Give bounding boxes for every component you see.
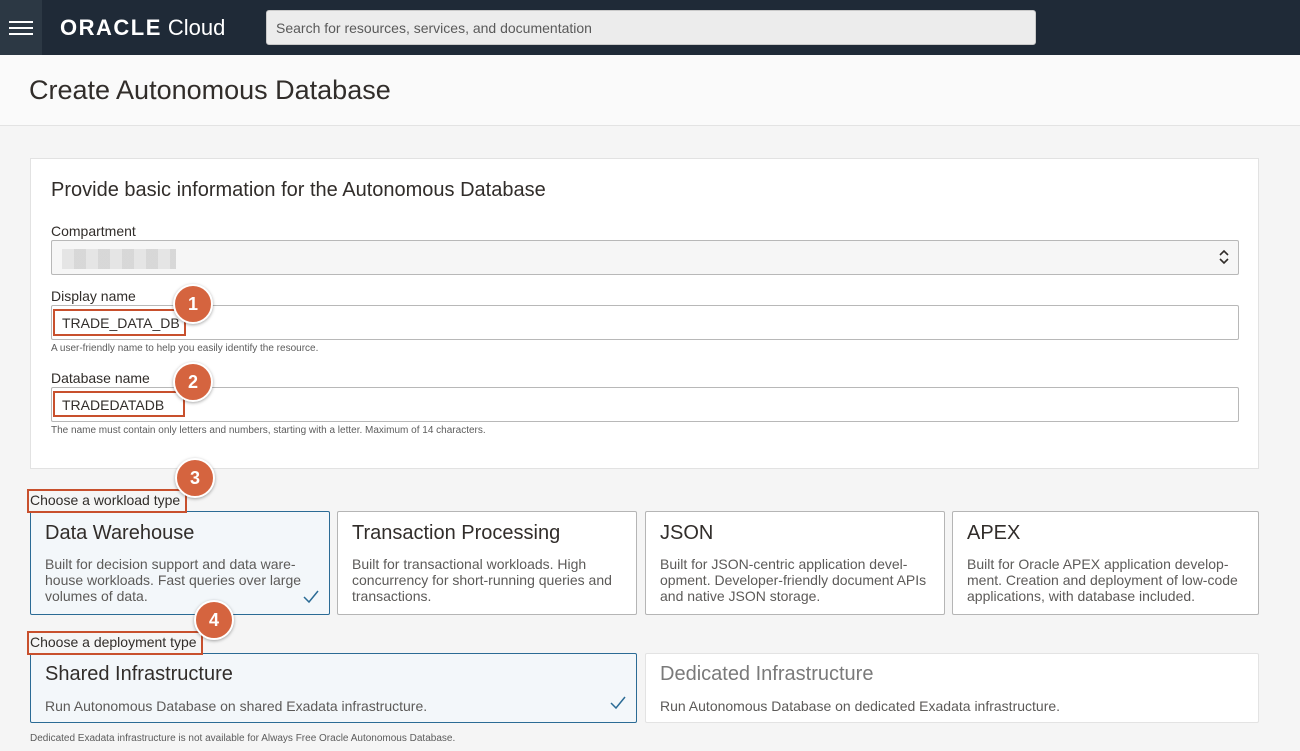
annotation-badge-4: 4 (194, 600, 234, 640)
top-navigation-bar: ORACLE Cloud (0, 0, 1300, 55)
card-title: JSON (660, 522, 714, 544)
workload-type-label: Choose a workload type (30, 492, 181, 508)
workload-card-apex[interactable]: APEX Built for Oracle APEX application d… (952, 511, 1259, 615)
hamburger-menu-icon[interactable] (0, 0, 42, 55)
chevron-up-down-icon (1218, 247, 1230, 269)
database-name-label: Database name (51, 370, 150, 386)
page-header: Create Autonomous Database (0, 55, 1300, 126)
deployment-card-shared-infrastructure[interactable]: Shared Infrastructure Run Autonomous Dat… (30, 653, 637, 723)
database-name-hint: The name must contain only letters and n… (51, 425, 486, 436)
card-title: Transaction Processing (352, 522, 561, 544)
brand-oracle: ORACLE (60, 15, 162, 40)
deployment-type-label: Choose a deployment type (30, 634, 197, 650)
deployment-card-dedicated-infrastructure: Dedicated Infrastructure Run Autonomous … (645, 653, 1259, 723)
checkmark-icon (303, 590, 319, 604)
display-name-hint: A user-friendly name to help you easily … (51, 343, 319, 354)
workload-card-transaction-processing[interactable]: Transaction Processing Built for transac… (337, 511, 637, 615)
card-description: Built for decision support and data ware… (45, 556, 302, 604)
card-description: Built for transactional workloads. High … (352, 556, 612, 604)
checkmark-icon (610, 696, 626, 710)
global-search-input[interactable] (266, 10, 1036, 45)
card-title: Shared Infrastructure (45, 663, 233, 685)
oracle-cloud-logo[interactable]: ORACLE Cloud (60, 14, 225, 42)
database-name-field[interactable] (51, 387, 1239, 422)
workload-card-data-warehouse[interactable]: Data Warehouse Built for decision suppor… (30, 511, 330, 615)
card-description: Run Autonomous Database on dedicated Exa… (660, 698, 1061, 714)
card-description: Built for Oracle APEX application develo… (967, 556, 1238, 604)
compartment-value-redacted (62, 249, 176, 269)
deployment-footnote: Dedicated Exadata infrastructure is not … (30, 733, 456, 744)
display-name-field[interactable] (51, 305, 1239, 340)
card-title: Data Warehouse (45, 522, 195, 544)
display-name-label: Display name (51, 288, 136, 304)
brand-cloud: Cloud (167, 15, 226, 40)
annotation-badge-1: 1 (173, 284, 213, 324)
card-title: APEX (967, 522, 1021, 544)
card-description: Run Autonomous Database on shared Exadat… (45, 698, 428, 714)
basic-info-heading: Provide basic information for the Autono… (51, 179, 546, 201)
workload-card-json[interactable]: JSON Built for JSON-centric application … (645, 511, 945, 615)
annotation-badge-2: 2 (173, 362, 213, 402)
compartment-select[interactable] (51, 240, 1239, 275)
card-title: Dedicated Infrastructure (660, 663, 874, 685)
compartment-label: Compartment (51, 223, 136, 239)
basic-info-panel: Provide basic information for the Autono… (30, 158, 1259, 469)
card-description: Built for JSON-centric application devel… (660, 556, 927, 604)
annotation-badge-3: 3 (175, 458, 215, 498)
page-title: Create Autonomous Database (29, 75, 391, 105)
